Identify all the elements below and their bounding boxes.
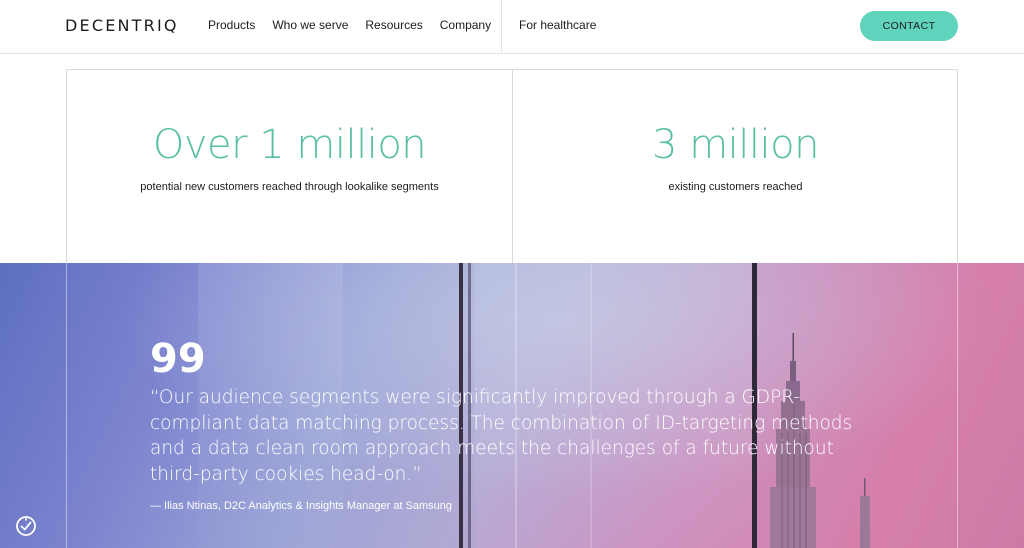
- window-mullion: [66, 263, 67, 548]
- stat-caption: potential new customers reached through …: [140, 181, 439, 193]
- contact-button[interactable]: CONTACT: [860, 11, 958, 41]
- cookie-consent-icon[interactable]: [14, 514, 38, 538]
- decentriq-logo[interactable]: DECENTRIQ: [65, 16, 179, 35]
- nav-products[interactable]: Products: [208, 18, 255, 32]
- nav-for-healthcare[interactable]: For healthcare: [519, 18, 596, 32]
- site-header: DECENTRIQ Products Who we serve Resource…: [0, 0, 1024, 54]
- stat-value: 3 million: [652, 122, 819, 168]
- testimonial-author: — Ilias Ntinas, D2C Analytics & Insights…: [150, 500, 453, 512]
- testimonial-section: 99 “Our audience segments were significa…: [0, 263, 1024, 548]
- stats-section: Over 1 million potential new customers r…: [66, 69, 958, 264]
- testimonial-quote: “Our audience segments were significantl…: [150, 387, 853, 485]
- nav-resources[interactable]: Resources: [365, 18, 422, 32]
- stat-card: 3 million existing customers reached: [513, 70, 958, 264]
- nav-divider: [501, 0, 502, 54]
- stat-caption: existing customers reached: [668, 181, 803, 193]
- main-nav: Products Who we serve Resources Company: [208, 18, 508, 32]
- window-mullion: [957, 263, 958, 548]
- quote-mark-icon: 99: [150, 336, 206, 382]
- tower-silhouette-image: [860, 478, 870, 548]
- nav-who-we-serve[interactable]: Who we serve: [272, 18, 348, 32]
- nav-company[interactable]: Company: [440, 18, 491, 32]
- stat-card: Over 1 million potential new customers r…: [67, 70, 512, 264]
- stat-value: Over 1 million: [152, 122, 427, 168]
